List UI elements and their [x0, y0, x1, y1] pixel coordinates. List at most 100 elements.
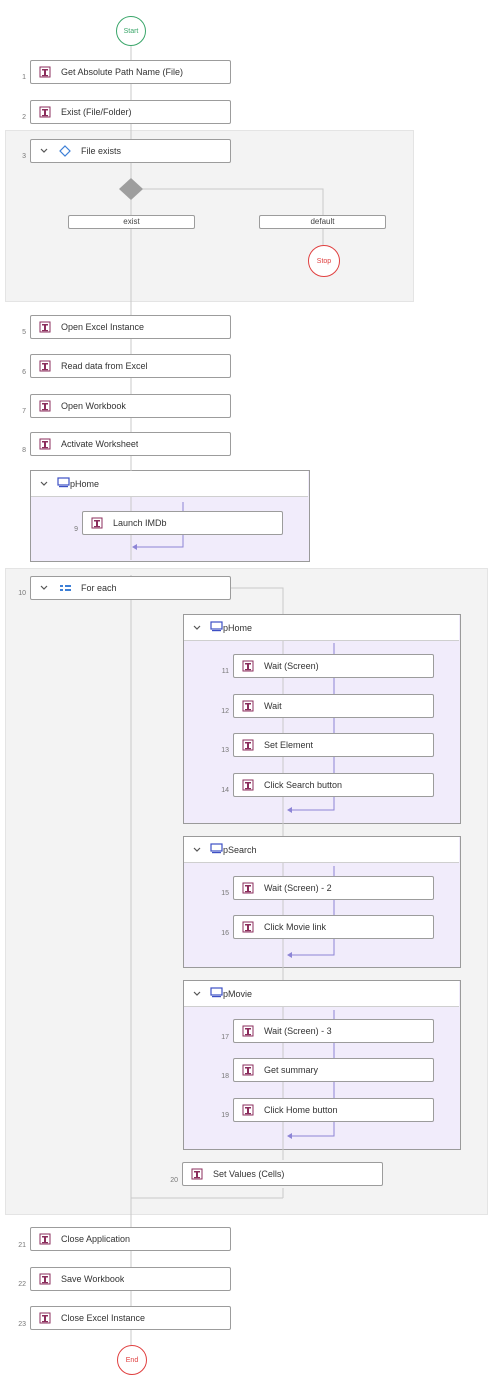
chevron-down-icon[interactable]	[37, 581, 51, 595]
screen-icon	[210, 987, 223, 1000]
step-number: 7	[22, 408, 26, 415]
condition-label: File exists	[81, 146, 122, 156]
action-icon	[37, 1231, 53, 1247]
screen-label: pSearch	[223, 844, 257, 855]
step-number: 17	[221, 1034, 229, 1041]
action-node-get-absolute-path[interactable]: Get Absolute Path Name (File)	[30, 60, 231, 84]
action-node-set-values[interactable]: Set Values (Cells)	[182, 1162, 383, 1186]
action-icon	[37, 358, 53, 374]
loop-label: For each	[81, 583, 117, 593]
action-node-click-search[interactable]: Click Search button	[233, 773, 434, 797]
action-label: Wait	[264, 701, 282, 711]
action-label: Set Element	[264, 740, 314, 750]
action-icon	[240, 919, 256, 935]
step-number: 20	[170, 1177, 178, 1184]
stop-node[interactable]: Stop	[308, 245, 340, 277]
screen-icon	[210, 843, 223, 856]
action-icon	[37, 319, 53, 335]
step-number: 1	[22, 74, 26, 81]
action-icon	[240, 1062, 256, 1078]
action-icon	[37, 64, 53, 80]
action-node-open-workbook[interactable]: Open Workbook	[30, 394, 231, 418]
action-node-close-application[interactable]: Close Application	[30, 1227, 231, 1251]
action-label: Close Application	[61, 1234, 131, 1244]
step-number: 3	[22, 153, 26, 160]
action-label: Open Excel Instance	[61, 322, 145, 332]
action-label: Open Workbook	[61, 401, 126, 411]
step-number: 15	[221, 890, 229, 897]
action-icon	[240, 737, 256, 753]
start-node[interactable]: Start	[116, 16, 146, 46]
branch-exist[interactable]: exist	[68, 215, 195, 229]
action-label: Wait (Screen) - 2	[264, 883, 332, 893]
step-number: 13	[221, 747, 229, 754]
action-node-click-home[interactable]: Click Home button	[233, 1098, 434, 1122]
action-label: Get summary	[264, 1065, 319, 1075]
action-node-wait-screen-2[interactable]: Wait (Screen) - 2	[233, 876, 434, 900]
screen-label: pHome	[70, 478, 100, 489]
action-node-read-data[interactable]: Read data from Excel	[30, 354, 231, 378]
screen-header-pmovie[interactable]: pMovie	[184, 981, 459, 1007]
action-label: Click Home button	[264, 1105, 338, 1115]
chevron-down-icon[interactable]	[190, 621, 204, 635]
action-node-click-movie-link[interactable]: Click Movie link	[233, 915, 434, 939]
flow-canvas: Start 1 Get Absolute Path Name (File) 2 …	[0, 0, 495, 1383]
condition-node-file-exists[interactable]: File exists	[30, 139, 231, 163]
step-number: 16	[221, 930, 229, 937]
action-icon	[189, 1166, 205, 1182]
chevron-down-icon[interactable]	[190, 987, 204, 1001]
chevron-down-icon[interactable]	[37, 477, 51, 491]
step-number: 2	[22, 114, 26, 121]
action-icon	[240, 1102, 256, 1118]
action-label: Click Movie link	[264, 922, 327, 932]
action-node-open-excel[interactable]: Open Excel Instance	[30, 315, 231, 339]
step-number: 12	[221, 708, 229, 715]
action-icon	[240, 777, 256, 793]
screen-header-psearch[interactable]: pSearch	[184, 837, 459, 863]
end-node[interactable]: End	[117, 1345, 147, 1375]
action-label: Read data from Excel	[61, 361, 148, 371]
action-node-launch-imdb[interactable]: Launch IMDb	[82, 511, 283, 535]
action-node-activate-worksheet[interactable]: Activate Worksheet	[30, 432, 231, 456]
step-number: 11	[221, 668, 229, 675]
action-node-wait[interactable]: Wait	[233, 694, 434, 718]
screen-label: pMovie	[223, 988, 253, 999]
action-icon	[89, 515, 105, 531]
action-label: Get Absolute Path Name (File)	[61, 67, 184, 77]
start-label: Start	[123, 27, 139, 35]
screen-label: pHome	[223, 622, 253, 633]
action-icon	[240, 1023, 256, 1039]
loop-icon	[57, 580, 73, 596]
action-label: Click Search button	[264, 780, 343, 790]
action-node-save-workbook[interactable]: Save Workbook	[30, 1267, 231, 1291]
action-icon	[240, 658, 256, 674]
action-icon	[37, 436, 53, 452]
action-label: Close Excel Instance	[61, 1313, 146, 1323]
step-number: 9	[74, 526, 78, 533]
action-node-exist[interactable]: Exist (File/Folder)	[30, 100, 231, 124]
condition-icon	[57, 143, 73, 159]
action-icon	[240, 698, 256, 714]
action-icon	[37, 398, 53, 414]
stop-label: Stop	[316, 257, 332, 265]
action-node-close-excel[interactable]: Close Excel Instance	[30, 1306, 231, 1330]
action-label: Exist (File/Folder)	[61, 107, 132, 117]
branch-default[interactable]: default	[259, 215, 386, 229]
step-number: 14	[221, 787, 229, 794]
action-icon	[37, 104, 53, 120]
step-number: 8	[22, 447, 26, 454]
chevron-down-icon[interactable]	[37, 144, 51, 158]
action-node-wait-screen-3[interactable]: Wait (Screen) - 3	[233, 1019, 434, 1043]
screen-header-phome-1[interactable]: pHome	[31, 471, 308, 497]
action-label: Activate Worksheet	[61, 439, 139, 449]
end-label: End	[125, 1356, 139, 1364]
step-number: 6	[22, 369, 26, 376]
action-node-wait-screen[interactable]: Wait (Screen)	[233, 654, 434, 678]
screen-header-phome-2[interactable]: pHome	[184, 615, 459, 641]
step-number: 19	[221, 1112, 229, 1119]
chevron-down-icon[interactable]	[190, 843, 204, 857]
loop-node-for-each[interactable]: For each	[30, 576, 231, 600]
action-node-set-element[interactable]: Set Element	[233, 733, 434, 757]
action-label: Wait (Screen) - 3	[264, 1026, 332, 1036]
action-node-get-summary[interactable]: Get summary	[233, 1058, 434, 1082]
